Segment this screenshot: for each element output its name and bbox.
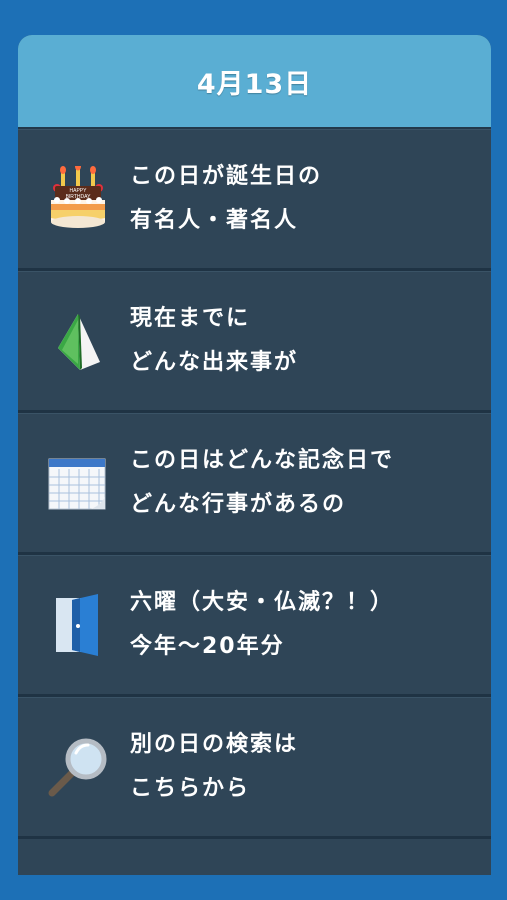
menu-item-label: この日はどんな記念日で どんな行事があるの bbox=[130, 439, 394, 527]
page-title: 4月13日 bbox=[196, 68, 313, 100]
menu-item-anniversaries[interactable]: この日はどんな記念日で どんな行事があるの bbox=[18, 413, 491, 555]
label-line-2: どんな出来事が bbox=[130, 349, 299, 375]
menu-item-birthdays[interactable]: HAPPY BIRTHDAY この日が誕生日の 有名人・著名人 bbox=[18, 129, 491, 271]
label-line-2: どんな行事があるの bbox=[130, 491, 347, 517]
menu-item-label: 六曜（大安・仏滅？！） 今年〜20年分 bbox=[130, 581, 394, 669]
menu-item-search[interactable]: 別の日の検索は こちらから bbox=[18, 697, 491, 839]
menu-item-label: 別の日の検索は こちらから bbox=[130, 723, 298, 811]
label-line-1: 別の日の検索は bbox=[130, 731, 299, 757]
birthday-cake-icon: HAPPY BIRTHDAY bbox=[46, 164, 110, 234]
door-icon bbox=[46, 590, 110, 660]
label-line-1: 六曜（大安・仏滅？！） bbox=[130, 589, 395, 615]
menu-item-label: この日が誕生日の 有名人・著名人 bbox=[130, 155, 322, 243]
calendar-icon bbox=[46, 448, 110, 518]
menu-card: 4月13日 HAPPY BIRTHDAY この日が誕生日の 有名人・著名人 現在… bbox=[18, 35, 491, 875]
menu-item-events[interactable]: 現在までに どんな出来事が bbox=[18, 271, 491, 413]
label-line-2: こちらから bbox=[130, 775, 251, 801]
book-icon bbox=[46, 306, 110, 376]
magnifier-icon bbox=[46, 732, 110, 802]
label-line-1: 現在までに bbox=[130, 305, 251, 331]
menu-item-rokuyo[interactable]: 六曜（大安・仏滅？！） 今年〜20年分 bbox=[18, 555, 491, 697]
menu-item-label: 現在までに どんな出来事が bbox=[130, 297, 298, 385]
label-line-2: 今年〜20年分 bbox=[130, 633, 285, 659]
menu-item-partial bbox=[18, 839, 491, 875]
label-line-2: 有名人・著名人 bbox=[130, 207, 299, 233]
date-header: 4月13日 bbox=[18, 35, 491, 129]
app-background: 4月13日 HAPPY BIRTHDAY この日が誕生日の 有名人・著名人 現在… bbox=[0, 0, 507, 900]
label-line-1: この日が誕生日の bbox=[130, 163, 323, 189]
label-line-1: この日はどんな記念日で bbox=[130, 447, 395, 473]
